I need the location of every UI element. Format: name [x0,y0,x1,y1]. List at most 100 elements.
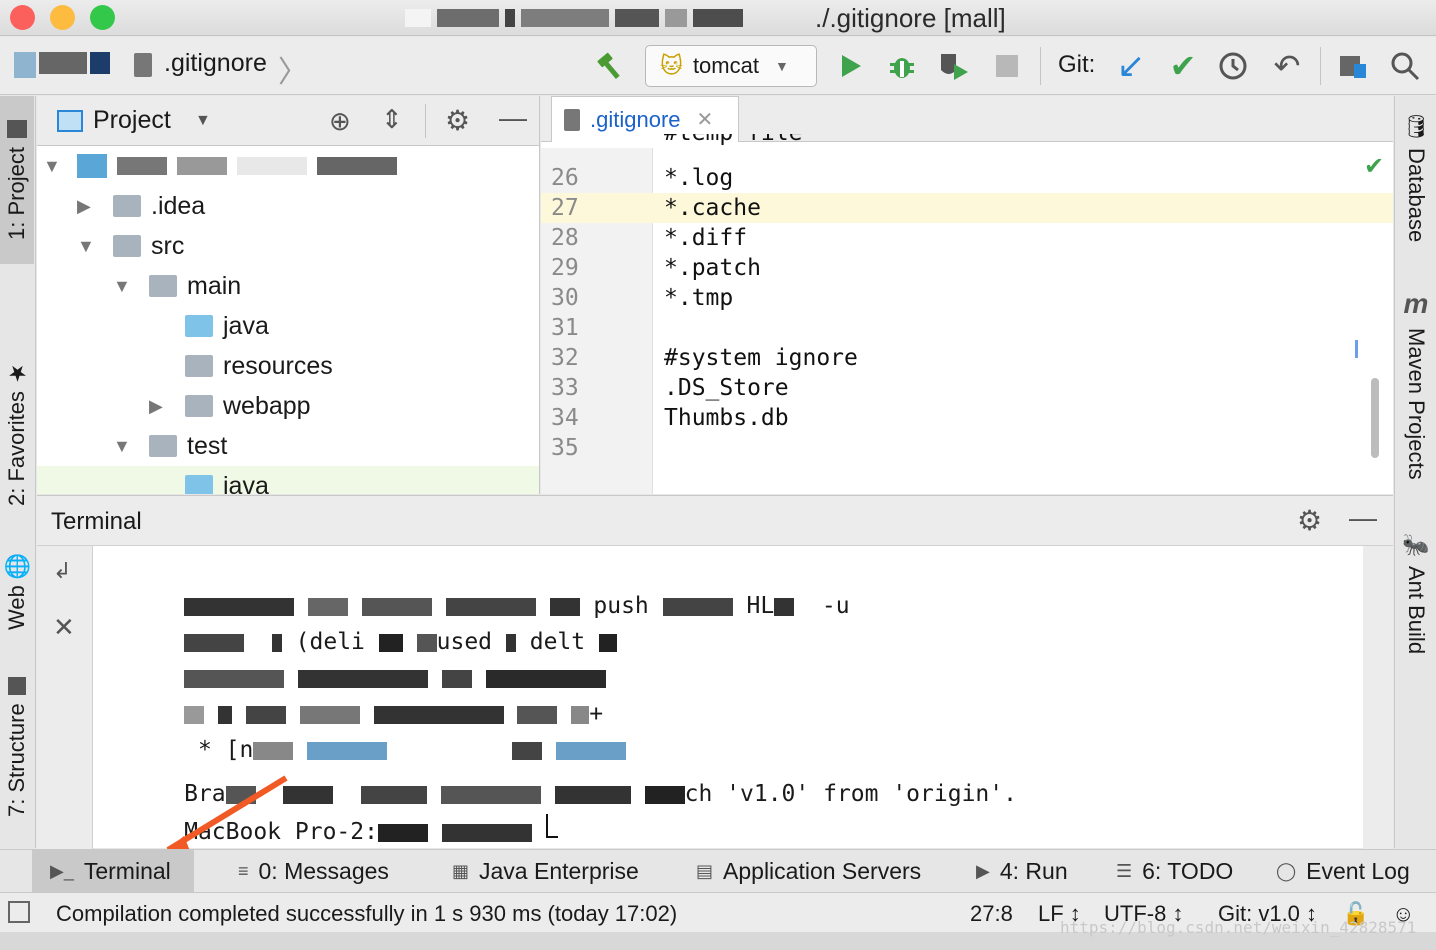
bottom-tab-event-log[interactable]: ◯ Event Log [1258,850,1418,892]
close-session-icon[interactable]: ✕ [53,612,75,643]
code-line[interactable]: 34 Thumbs.db [541,403,1393,433]
breadcrumb-file[interactable]: .gitignore [164,49,267,78]
collapse-all-icon[interactable]: ⇕ [381,104,403,135]
chevron-down-icon[interactable]: ▼ [77,236,95,257]
terminal-line: push HL -u [101,552,850,619]
bottom-tab-label: 4: Run [999,857,1068,884]
breadcrumb-chevron-icon: 〉 [278,56,308,89]
build-hammer-icon[interactable] [592,49,630,83]
java-enterprise-icon: ▦ [452,860,470,881]
bottom-tab-4-run[interactable]: ▶ 4: Run [958,850,1078,892]
gear-icon[interactable]: ⚙ [445,104,470,137]
terminal-title: Terminal [51,508,142,535]
line-number: 35 [551,435,579,461]
code-line[interactable]: 32 #system ignore [541,343,1393,373]
tree-root-redacted [77,154,417,178]
tab-project[interactable]: 1: Project [0,96,34,264]
code-line[interactable]: 31 [541,313,1393,343]
bottom-tab-java-enterprise[interactable]: ▦ Java Enterprise [434,850,654,892]
chevron-down-icon[interactable]: ▼ [195,112,211,130]
hide-panel-icon[interactable]: — [1349,502,1377,534]
code-text: *.cache [664,195,761,221]
debug-icon[interactable] [885,49,919,83]
code-line[interactable]: 30 *.tmp [541,283,1393,313]
tree-item[interactable]: ▼ test [37,426,539,466]
tab-favorites[interactable]: 2: Favorites ★ [0,348,34,518]
locate-icon[interactable]: ⊕ [329,106,351,137]
tree-item-label: src [151,231,185,260]
run-config-selector[interactable]: 🐱 tomcat ▼ [645,45,817,87]
stop-icon[interactable] [992,49,1022,83]
star-icon: ★ [4,360,29,386]
bottom-tool-tabs: ▶_ Terminal ≡ 0: Messages ▦ Java Enterprise ▤ A… [0,849,1436,892]
breadcrumb-project-redacted[interactable] [14,52,118,78]
tree-item[interactable]: ▶ .idea [37,186,539,226]
tab-ant-build[interactable]: 🐜 Ant Build [1398,532,1434,662]
tree-item[interactable]: ▶ webapp [37,386,539,426]
hide-panel-icon[interactable]: — [499,102,527,134]
tree-item[interactable]: java [37,306,539,346]
git-update-icon[interactable]: ↙ [1114,47,1148,85]
gear-icon[interactable]: ⚙ [1297,504,1322,537]
terminal-header: Terminal ⚙ — [37,496,1393,546]
git-label: Git: [1058,51,1096,78]
code-line[interactable]: 28 *.diff [541,223,1393,253]
tab-maven-projects[interactable]: m Maven Projects [1398,288,1434,488]
chevron-down-icon[interactable]: ▼ [113,276,131,297]
code-line[interactable]: 35 [541,433,1393,463]
chevron-right-icon[interactable]: ▶ [77,196,91,217]
coverage-icon[interactable] [937,49,971,83]
terminal-icon: ▶_ [50,860,74,881]
left-tool-stripe: 1: Project 2: Favorites ★ Web 🌐 7: Struc… [0,96,36,848]
project-structure-icon[interactable] [1336,49,1370,83]
caret-position[interactable]: 27:8 [970,901,1013,927]
tree-item[interactable]: resources [37,346,539,386]
ide-window: ./.gitignore [mall] .gitignore 〉 🐱 tomca… [0,0,1436,950]
tree-item[interactable]: java [37,466,539,494]
folder-icon [185,395,213,417]
todo-icon: ☰ [1116,860,1133,881]
tab-database[interactable]: 🛢 Database [1398,114,1434,254]
bottom-tab-terminal[interactable]: ▶_ Terminal [32,850,194,892]
project-panel-header: Project ▼ ⊕ ⇕ ⚙ — [37,96,539,146]
run-config-label: tomcat [692,53,759,78]
toolbar-separator [1320,47,1321,85]
terminal-cursor [545,814,558,838]
tab-web[interactable]: Web 🌐 [0,544,34,638]
tree-item-label: test [187,431,228,460]
close-window-button[interactable] [10,5,35,30]
project-view-selector[interactable]: Project [93,106,171,135]
code-line[interactable]: 26 *.log [541,163,1393,193]
bottom-tab-6-todo[interactable]: ☰ 6: TODO [1098,850,1238,892]
code-line[interactable]: 29 *.patch [541,253,1393,283]
bottom-tab-application-servers[interactable]: ▤ Application Servers [678,850,938,892]
maximize-window-button[interactable] [90,5,115,30]
revert-icon[interactable]: ↶ [1270,48,1304,84]
folder-icon [113,195,141,217]
tree-root-row[interactable]: ▼ [37,146,539,186]
terminal-scroll-track[interactable] [1363,546,1393,849]
right-tool-stripe: 🛢 Database m Maven Projects 🐜 Ant Build [1394,96,1436,848]
bottom-tab-0-messages[interactable]: ≡ 0: Messages [220,850,410,892]
code-line[interactable]: 27 *.cache [541,193,1393,223]
new-session-icon[interactable]: ↲ [53,558,71,584]
chevron-down-icon[interactable]: ▼ [113,436,131,457]
tree-item[interactable]: ▼ main [37,266,539,306]
bottom-tab-label: 6: TODO [1142,857,1234,884]
code-text: *.patch [664,255,761,281]
tab-structure[interactable]: 7: Structure [0,668,34,826]
folder-icon [7,119,27,138]
folder-icon [149,435,177,457]
line-number: 27 [551,195,579,221]
git-commit-icon[interactable]: ✔ [1166,48,1200,84]
code-line[interactable]: 33 .DS_Store [541,373,1393,403]
close-icon[interactable]: ✕ [697,107,714,132]
main-toolbar: .gitignore 〉 🐱 tomcat ▼ Git: ↙ ✔ ↶ [0,37,1436,95]
tree-item[interactable]: ▼ src [37,226,539,266]
search-icon[interactable] [1388,49,1422,83]
toggle-tool-windows-icon[interactable] [8,901,30,923]
run-icon[interactable] [836,49,866,83]
minimize-window-button[interactable] [50,5,75,30]
chevron-right-icon[interactable]: ▶ [149,396,163,417]
history-icon[interactable] [1216,49,1250,83]
